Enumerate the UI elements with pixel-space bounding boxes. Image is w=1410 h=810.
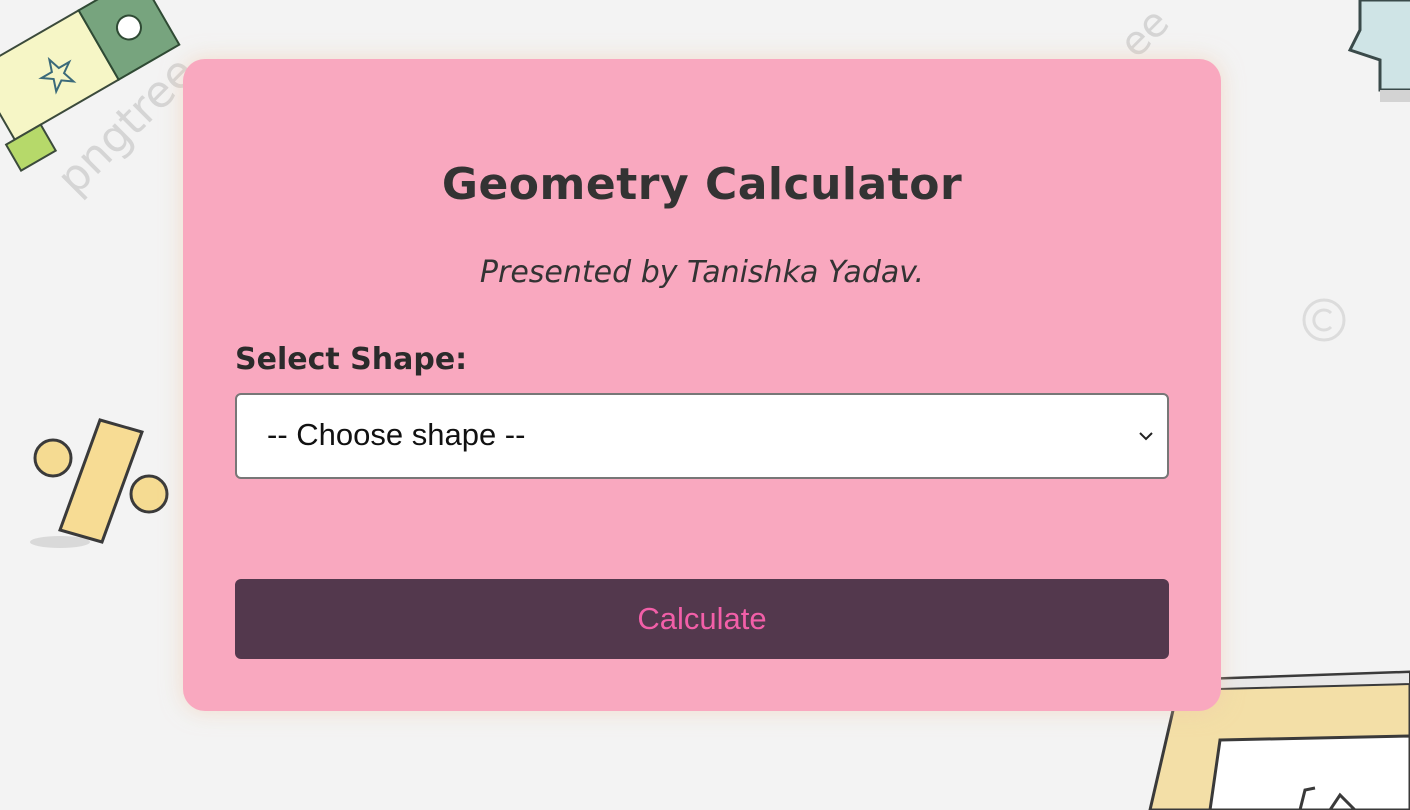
select-shape-label: Select Shape: — [235, 342, 468, 377]
blue-puzzle-doodle-icon — [1347, 0, 1410, 102]
page-subtitle: Presented by Tanishka Yadav. — [479, 255, 925, 290]
calculate-button[interactable]: Calculate — [235, 579, 1169, 659]
copyright-icon — [1302, 298, 1346, 342]
page-title: Geometry Calculator — [441, 159, 963, 210]
calculator-card: Geometry Calculator Presented by Tanishk… — [183, 59, 1221, 711]
chevron-down-icon — [1139, 432, 1153, 441]
watermark-text-2: ee — [1110, 0, 1179, 67]
shape-select-value: -- Choose shape -- — [267, 417, 526, 452]
percent-sign-doodle-icon — [30, 418, 169, 548]
shape-select[interactable]: -- Choose shape -- — [235, 393, 1169, 479]
